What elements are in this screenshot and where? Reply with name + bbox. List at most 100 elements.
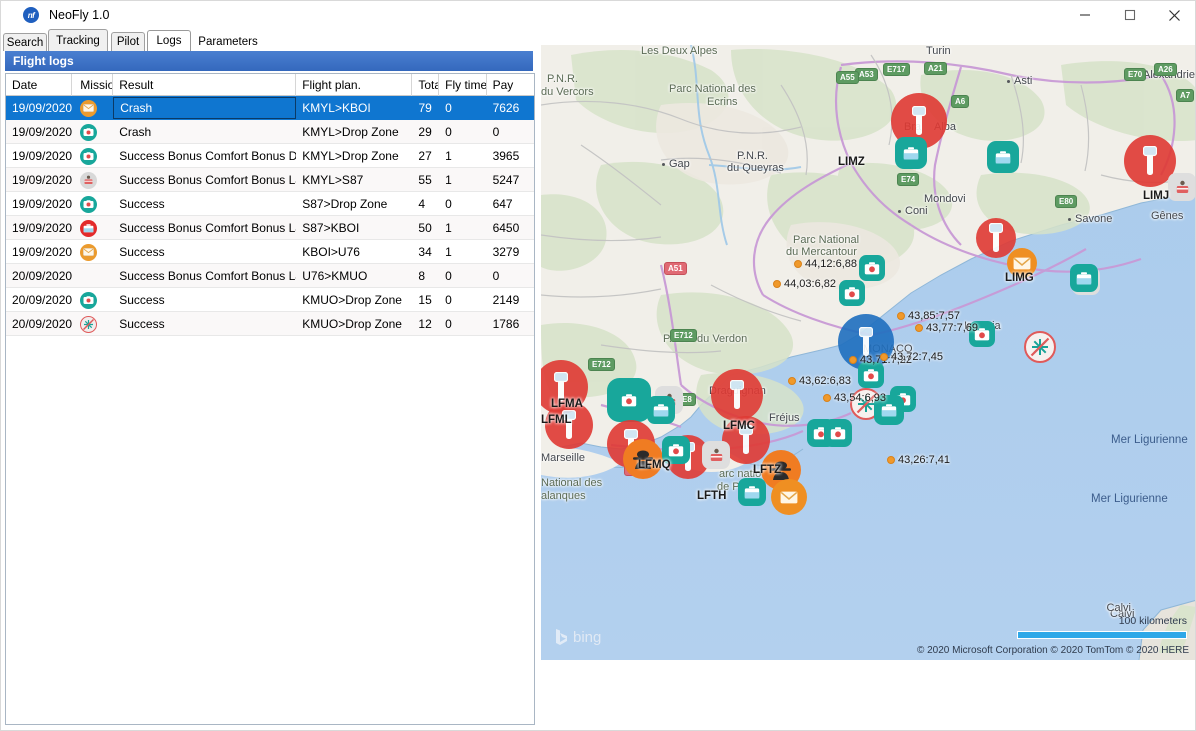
- cell-pay: 2149: [487, 288, 534, 312]
- minimize-button[interactable]: [1062, 1, 1107, 29]
- neofly-window: nf NeoFly 1.0 Search Tracking Pilot Logs…: [0, 0, 1196, 731]
- cell-text: 0: [445, 197, 452, 211]
- highway-shield: E80: [1055, 195, 1077, 208]
- cell-time: 0: [439, 264, 486, 288]
- column-header-plan[interactable]: Flight plan.: [296, 74, 412, 96]
- table-row[interactable]: 19/09/2020CrashKMYL>Drop Zone2900: [6, 120, 534, 144]
- tab-label: Tracking: [56, 35, 100, 47]
- column-header-label: Pay: [493, 78, 514, 92]
- cell-time: 1: [439, 240, 486, 264]
- column-header-time[interactable]: Fly time: [439, 74, 486, 96]
- highway-shield: A51: [664, 262, 687, 275]
- table-row[interactable]: 19/09/2020Success Bonus Comfort Bonus DZ…: [6, 144, 534, 168]
- cell-text: KMYL>S87: [302, 173, 363, 187]
- cell-text: 3965: [493, 149, 520, 163]
- cell-mission: [72, 264, 113, 288]
- tab-label: Parameters: [198, 36, 257, 48]
- cell-pay: 3965: [487, 144, 534, 168]
- cell-text: Success: [119, 293, 164, 307]
- cell-dist: 15: [412, 288, 439, 312]
- cell-dist: 29: [412, 120, 439, 144]
- table-row[interactable]: 19/09/2020CrashKMYL>KBOI7907626: [6, 96, 534, 120]
- map-marker-medical-kit[interactable]: [895, 137, 927, 169]
- cell-mission: [72, 216, 113, 240]
- cell-mission: [72, 240, 113, 264]
- coordinate-label: 43,72:7,45: [891, 351, 943, 363]
- table-row[interactable]: 20/09/2020SuccessKMUO>Drop Zone1201786: [6, 312, 534, 336]
- medical-kit-icon: [80, 220, 97, 237]
- map-marker-passenger[interactable]: [859, 255, 885, 281]
- no-fly-icon: [80, 316, 97, 333]
- tab-label: Pilot: [117, 36, 139, 48]
- cell-text: 0: [445, 269, 452, 283]
- column-header-result[interactable]: Result: [113, 74, 296, 96]
- maximize-button[interactable]: [1107, 1, 1152, 29]
- title-bar: nf NeoFly 1.0: [1, 1, 1196, 29]
- cell-text: 647: [493, 197, 513, 211]
- tab-pilot[interactable]: Pilot: [111, 32, 145, 51]
- cell-plan: KMYL>Drop Zone: [296, 144, 412, 168]
- tab-logs[interactable]: Logs: [147, 30, 191, 51]
- cell-time: 1: [439, 144, 486, 168]
- flight-logs-grid[interactable]: DateMission Result Flight plan.Total dist.…: [5, 73, 535, 725]
- cell-time: 0: [439, 96, 486, 120]
- grid-header-row: DateMission Result Flight plan.Total dist.…: [6, 74, 534, 96]
- neofly-logo-icon: nf: [23, 7, 39, 23]
- coordinate-label: 43,26:7,41: [898, 454, 950, 466]
- map-airport-code: LIMZ: [838, 156, 865, 168]
- cell-plan: KMYL>S87: [296, 168, 412, 192]
- cell-dist: 8: [412, 264, 439, 288]
- cell-plan: S87>KBOI: [296, 216, 412, 240]
- map-marker-passenger[interactable]: [839, 280, 865, 306]
- close-button[interactable]: [1152, 1, 1196, 29]
- cell-text: S87>KBOI: [302, 221, 359, 235]
- map-view[interactable]: Les Deux AlpesP.N.R.du VercorsParc Natio…: [541, 45, 1196, 660]
- tab-search[interactable]: Search: [3, 33, 47, 51]
- highway-shield: E717: [883, 63, 910, 76]
- column-header-label: Result: [119, 78, 153, 92]
- cell-text: 55: [418, 173, 431, 187]
- map-airport-code: LFTH: [697, 490, 726, 502]
- map-marker-medical-kit[interactable]: [738, 478, 766, 506]
- map-marker-passenger[interactable]: [607, 378, 651, 422]
- cell-text: 1: [445, 221, 452, 235]
- cell-text: 19/09/2020: [12, 149, 72, 163]
- map-marker-medical-kit[interactable]: [647, 396, 675, 424]
- cell-pay: 5247: [487, 168, 534, 192]
- tab-parameters[interactable]: Parameters: [195, 33, 261, 51]
- table-row[interactable]: 19/09/2020Success Bonus Comfort Bonus La…: [6, 168, 534, 192]
- cell-time: 1: [439, 216, 486, 240]
- column-header-dist[interactable]: Total dist.: [412, 74, 439, 96]
- coordinate-label: 44,03:6,82: [784, 278, 836, 290]
- cell-result: Success Bonus Comfort Bonus Landing: [113, 264, 296, 288]
- table-row[interactable]: 19/09/2020SuccessKBOI>U763413279: [6, 240, 534, 264]
- cell-text: 79: [418, 101, 431, 115]
- cell-text: 8: [418, 269, 425, 283]
- map-marker-medical-kit[interactable]: [987, 141, 1019, 173]
- cell-result: Success: [113, 192, 296, 216]
- cell-pay: 3279: [487, 240, 534, 264]
- tab-tracking[interactable]: Tracking: [48, 29, 108, 51]
- map-marker-passenger[interactable]: [824, 419, 852, 447]
- map-marker-no-fly[interactable]: [1024, 331, 1056, 363]
- column-header-date[interactable]: Date: [6, 74, 72, 96]
- window-title: NeoFly 1.0: [49, 8, 109, 22]
- cell-result: Crash: [113, 97, 296, 119]
- table-row[interactable]: 20/09/2020SuccessKMUO>Drop Zone1502149: [6, 288, 534, 312]
- cell-mission: [72, 192, 113, 216]
- map-marker-medical-kit[interactable]: [1070, 264, 1098, 292]
- cell-text: 19/09/2020: [12, 101, 72, 115]
- table-row[interactable]: 20/09/2020Success Bonus Comfort Bonus La…: [6, 264, 534, 288]
- cell-text: 0: [493, 125, 500, 139]
- cell-text: KMYL>Drop Zone: [302, 125, 398, 139]
- map-marker-cargo-envelope[interactable]: [771, 479, 807, 515]
- column-header-mission[interactable]: Mission: [72, 74, 113, 96]
- table-row[interactable]: 19/09/2020SuccessS87>Drop Zone40647: [6, 192, 534, 216]
- table-row[interactable]: 19/09/2020Success Bonus Comfort Bonus La…: [6, 216, 534, 240]
- cell-text: 0: [445, 101, 452, 115]
- map-marker-vip[interactable]: [702, 441, 730, 469]
- map-marker-vip[interactable]: [1168, 173, 1196, 201]
- map-marker-control-tower[interactable]: [711, 369, 763, 421]
- column-header-pay[interactable]: Pay: [487, 74, 534, 96]
- coordinate-dot: [794, 260, 802, 268]
